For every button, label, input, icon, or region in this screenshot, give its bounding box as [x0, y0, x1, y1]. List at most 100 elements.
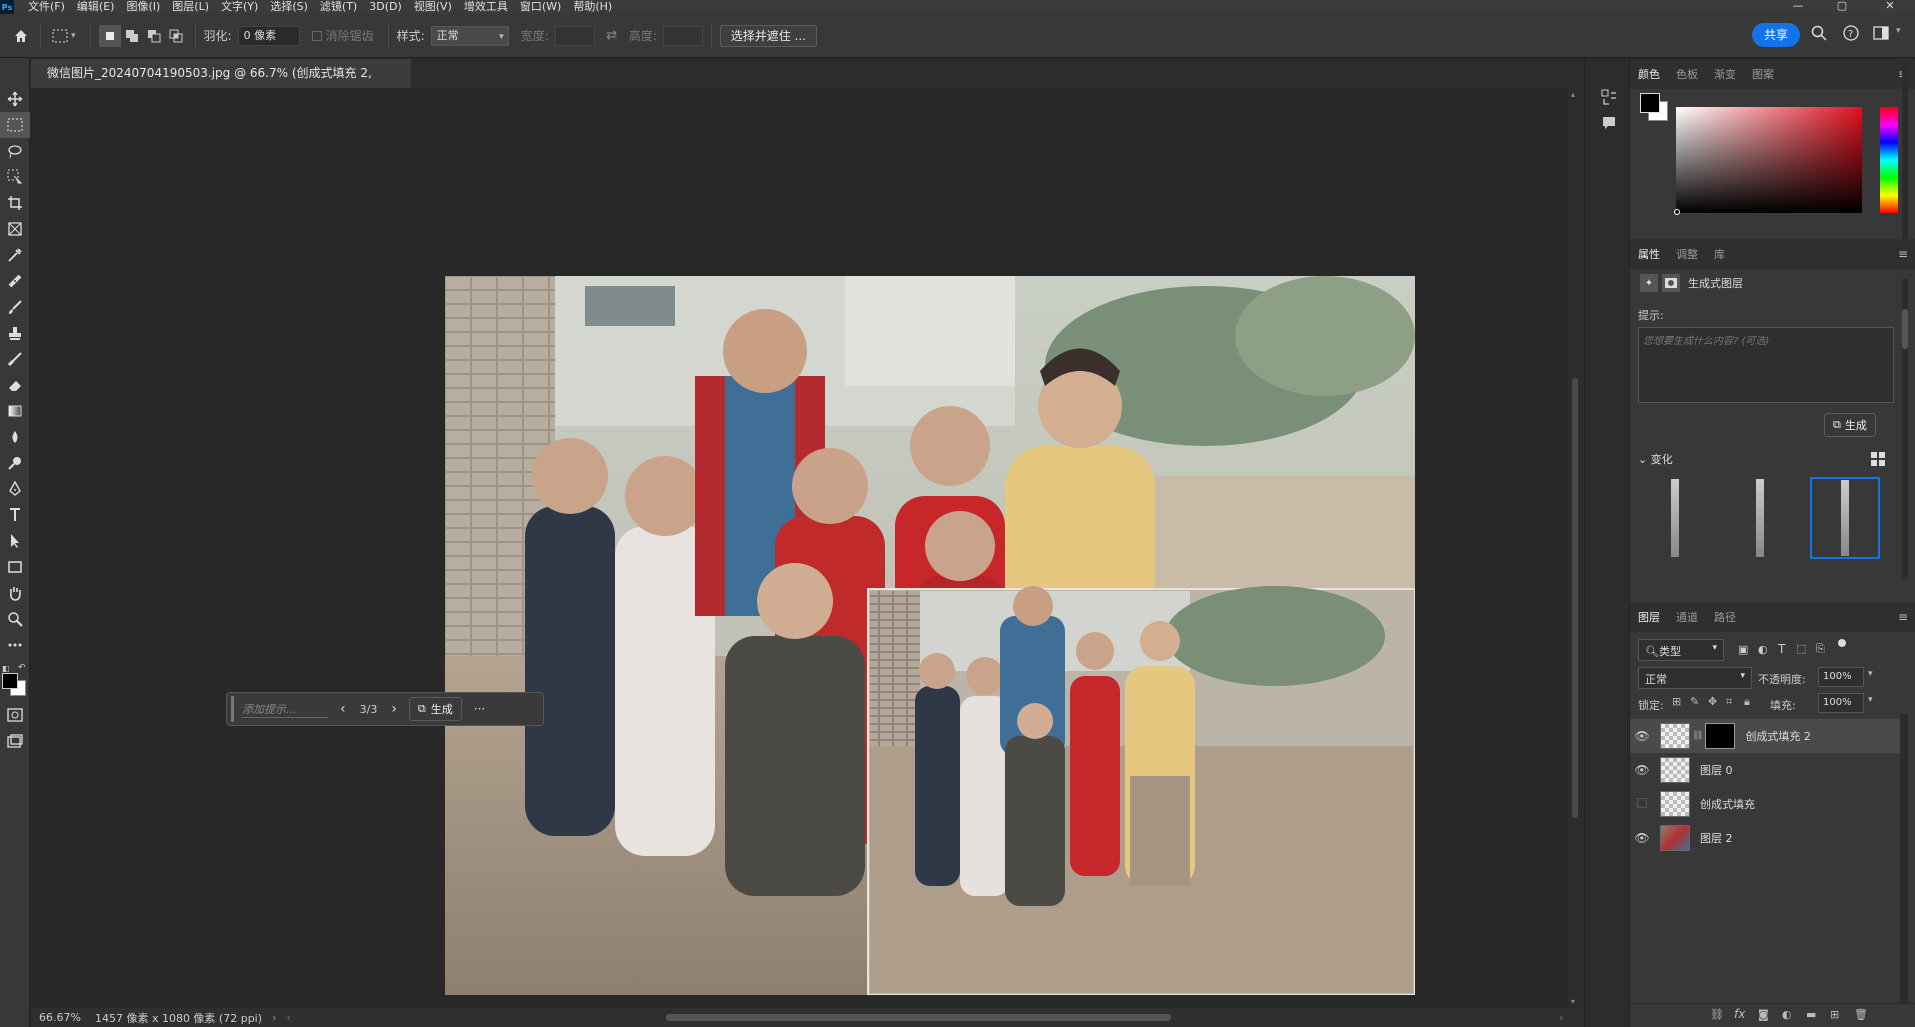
- fx-icon[interactable]: fx: [1734, 1007, 1745, 1021]
- clone-stamp-tool-icon[interactable]: [0, 320, 30, 346]
- previous-variation-button[interactable]: ‹: [340, 701, 346, 717]
- visibility-eye-icon[interactable]: 👁︎: [1630, 763, 1654, 777]
- comments-panel-icon[interactable]: [1601, 115, 1617, 134]
- new-selection-icon[interactable]: [98, 24, 121, 47]
- menu-window[interactable]: 窗口(W): [520, 0, 561, 14]
- layer-row[interactable]: 👁︎ 图层 2: [1630, 821, 1900, 855]
- delete-layer-icon[interactable]: 🗑︎: [1854, 1008, 1868, 1021]
- lasso-tool-icon[interactable]: [0, 138, 30, 164]
- home-icon[interactable]: [10, 25, 32, 47]
- close-window-button[interactable]: ✕: [1870, 0, 1910, 14]
- gradient-tool-icon[interactable]: [0, 398, 30, 424]
- scroll-left-arrow[interactable]: ‹: [286, 1011, 290, 1024]
- panel-scrollbar[interactable]: [1902, 61, 1908, 257]
- menu-help[interactable]: 帮助(H): [573, 0, 612, 14]
- eraser-tool-icon[interactable]: [0, 372, 30, 398]
- pen-tool-icon[interactable]: [0, 476, 30, 502]
- workspace-icon[interactable]: [1873, 25, 1891, 44]
- blend-mode-select[interactable]: 正常 ▾: [1638, 667, 1752, 689]
- menu-layer[interactable]: 图层(L): [172, 0, 209, 14]
- grid-view-icon[interactable]: [1871, 452, 1885, 469]
- scroll-up-arrow[interactable]: ▴: [1571, 90, 1575, 99]
- menu-select[interactable]: 选择(S): [270, 0, 308, 14]
- tab-color[interactable]: 颜色: [1638, 66, 1660, 82]
- new-group-icon[interactable]: ▬: [1806, 1008, 1816, 1021]
- properties-generate-button[interactable]: ⧉ 生成: [1824, 413, 1876, 437]
- tab-adjustments[interactable]: 调整: [1676, 246, 1698, 262]
- lock-image-icon[interactable]: ✎: [1690, 695, 1699, 708]
- filter-type-icon[interactable]: T: [1778, 642, 1785, 656]
- menu-view[interactable]: 视图(V): [414, 0, 452, 14]
- subtract-selection-icon[interactable]: [143, 25, 165, 47]
- link-layers-icon[interactable]: ⛓︎: [1710, 1008, 1724, 1021]
- default-colors-icon[interactable]: ◧: [2, 664, 10, 673]
- frame-tool-icon[interactable]: [0, 216, 30, 242]
- variation-thumb-3[interactable]: [1810, 477, 1880, 559]
- maximize-button[interactable]: ▢: [1822, 0, 1862, 14]
- chevron-down-icon[interactable]: ▾: [1868, 669, 1873, 679]
- menu-image[interactable]: 图像(I): [126, 0, 160, 14]
- tab-properties[interactable]: 属性: [1638, 246, 1660, 262]
- more-tools-icon[interactable]: [0, 632, 30, 658]
- rectangle-tool-icon[interactable]: [0, 554, 30, 580]
- generate-button[interactable]: ⧉ 生成: [408, 697, 462, 721]
- scroll-right-arrow[interactable]: ›: [1559, 1011, 1563, 1024]
- vertical-scrollbar[interactable]: ▴ ▾: [1567, 88, 1584, 1008]
- prompt-textarea[interactable]: 您想要生成什么内容? (可选): [1638, 327, 1894, 403]
- tab-patterns[interactable]: 图案: [1752, 66, 1774, 82]
- drag-handle[interactable]: [231, 696, 234, 722]
- style-select[interactable]: 正常 ▾: [430, 25, 509, 46]
- scroll-down-arrow[interactable]: ▾: [1571, 997, 1575, 1006]
- layers-scrollbar[interactable]: [1900, 714, 1908, 1014]
- tab-libraries[interactable]: 库: [1714, 246, 1725, 262]
- menu-file[interactable]: 文件(F): [28, 0, 65, 14]
- adjustment-layer-icon[interactable]: ◐: [1782, 1008, 1792, 1021]
- add-mask-icon[interactable]: ◙: [1758, 1008, 1769, 1021]
- select-and-mask-button[interactable]: 选择并遮住 ...: [719, 24, 817, 47]
- blur-tool-icon[interactable]: [0, 424, 30, 450]
- antialias-checkbox[interactable]: [311, 30, 322, 41]
- layer-row[interactable]: 👁︎ 图层 0: [1630, 753, 1900, 787]
- layer-mask-thumbnail[interactable]: [1705, 723, 1736, 749]
- help-icon[interactable]: ?: [1843, 25, 1859, 44]
- share-button[interactable]: 共享: [1752, 23, 1800, 47]
- opacity-input[interactable]: 100%: [1818, 667, 1864, 687]
- rectangular-marquee-tool-icon[interactable]: [0, 112, 30, 138]
- path-selection-tool-icon[interactable]: [0, 528, 30, 554]
- filter-shape-icon[interactable]: ⬚: [1796, 642, 1806, 655]
- prompt-input[interactable]: 添加提示...: [242, 701, 328, 718]
- foreground-color-chip[interactable]: [1640, 93, 1660, 113]
- filter-pixel-icon[interactable]: ▣: [1738, 643, 1748, 656]
- history-panel-icon[interactable]: [1601, 89, 1617, 108]
- eyedropper-tool-icon[interactable]: [0, 242, 30, 268]
- history-brush-tool-icon[interactable]: [0, 346, 30, 372]
- menu-edit[interactable]: 编辑(E): [77, 0, 115, 14]
- visibility-off-icon[interactable]: [1630, 797, 1654, 811]
- search-icon[interactable]: [1811, 25, 1827, 44]
- filter-smart-object-icon[interactable]: ⎘: [1816, 642, 1825, 656]
- tab-gradients[interactable]: 渐变: [1714, 66, 1736, 82]
- tab-paths[interactable]: 路径: [1714, 609, 1736, 625]
- type-tool-icon[interactable]: [0, 502, 30, 528]
- new-layer-icon[interactable]: ⊞: [1830, 1008, 1839, 1021]
- chevron-down-icon[interactable]: ▾: [1896, 26, 1901, 36]
- fill-input[interactable]: 100%: [1818, 693, 1864, 713]
- move-tool-icon[interactable]: [0, 86, 30, 112]
- status-menu-arrow[interactable]: ›: [272, 1011, 276, 1024]
- variation-thumb-1[interactable]: [1640, 479, 1710, 557]
- color-picker-handle[interactable]: [1674, 209, 1680, 215]
- variations-header[interactable]: ⌄ 变化: [1638, 451, 1673, 467]
- document-tab[interactable]: 微信图片_20240704190503.jpg @ 66.7% (创成式填充 2…: [31, 59, 411, 109]
- hue-slider[interactable]: [1880, 107, 1898, 213]
- layer-filter-select[interactable]: 🔍︎类型 ▾: [1638, 639, 1724, 661]
- lock-artboard-icon[interactable]: ⌗: [1726, 695, 1732, 709]
- canvas-workspace[interactable]: 添加提示... ‹ 3/3 › ⧉ 生成 ···: [31, 88, 1567, 1008]
- panel-menu-icon[interactable]: ≡: [1898, 610, 1908, 624]
- dodge-tool-icon[interactable]: [0, 450, 30, 476]
- vertical-scroll-thumb[interactable]: [1572, 378, 1578, 818]
- foreground-color-swatch[interactable]: [2, 673, 18, 689]
- variation-thumb-2[interactable]: [1725, 479, 1795, 557]
- marquee-preset-icon[interactable]: [49, 25, 71, 47]
- healing-brush-tool-icon[interactable]: [0, 268, 30, 294]
- panel-menu-icon[interactable]: ≡: [1898, 247, 1908, 261]
